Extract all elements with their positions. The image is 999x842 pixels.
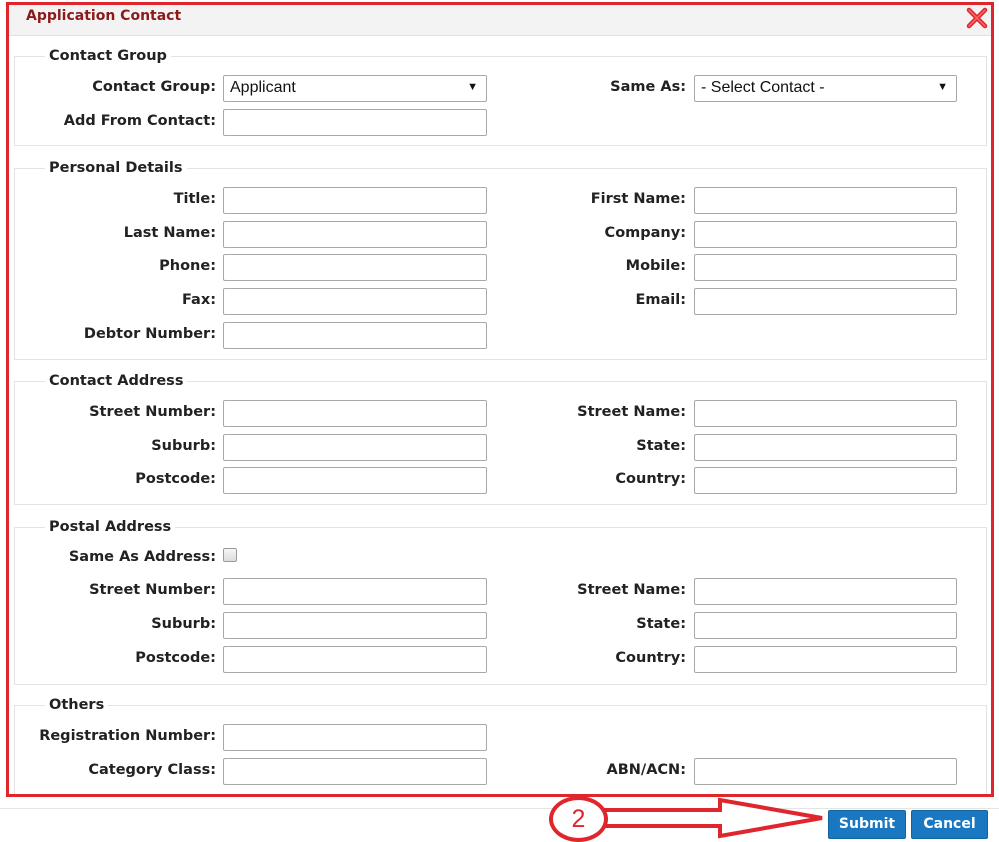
- same-as-value: - Select Contact -: [701, 79, 825, 96]
- dialog-title: Application Contact: [26, 8, 182, 24]
- footer-divider: [0, 808, 999, 809]
- registration-number-label: Registration Number:: [39, 728, 216, 744]
- company-label: Company:: [604, 225, 686, 241]
- last-name-input[interactable]: [223, 221, 487, 248]
- contact-group-select[interactable]: Applicant ▼: [223, 75, 487, 102]
- postal-postcode-input[interactable]: [223, 646, 487, 673]
- right-arrow-icon: [602, 797, 823, 839]
- postal-address-legend: Postal Address: [49, 519, 172, 535]
- same-as-label: Same As:: [610, 79, 686, 95]
- contact-street-name-input[interactable]: [694, 400, 957, 427]
- email-input[interactable]: [694, 288, 957, 315]
- postal-country-label: Country:: [615, 650, 686, 666]
- registration-number-input[interactable]: [223, 724, 487, 751]
- triangle-down-icon: ▼: [467, 81, 478, 93]
- company-input[interactable]: [694, 221, 957, 248]
- fax-input[interactable]: [223, 288, 487, 315]
- mobile-input[interactable]: [694, 254, 957, 281]
- mobile-label: Mobile:: [625, 258, 686, 274]
- postal-state-input[interactable]: [694, 612, 957, 639]
- contact-group-legend: Contact Group: [49, 48, 167, 64]
- debtor-number-label: Debtor Number:: [83, 326, 216, 342]
- contact-address-legend: Contact Address: [49, 373, 184, 389]
- title-input[interactable]: [223, 187, 487, 214]
- dialog-titlebar: Application Contact: [8, 4, 993, 36]
- category-class-input[interactable]: [223, 758, 487, 785]
- postal-street-number-label: Street Number:: [89, 582, 216, 598]
- contact-street-number-input[interactable]: [223, 400, 487, 427]
- fax-label: Fax:: [182, 292, 216, 308]
- cancel-button[interactable]: Cancel: [911, 810, 988, 839]
- first-name-input[interactable]: [694, 187, 957, 214]
- postal-street-name-label: Street Name:: [577, 582, 686, 598]
- abn-acn-input[interactable]: [694, 758, 957, 785]
- triangle-down-icon: ▼: [937, 81, 948, 93]
- add-from-contact-label: Add From Contact:: [63, 113, 216, 129]
- contact-country-label: Country:: [615, 471, 686, 487]
- abn-acn-label: ABN/ACN:: [606, 762, 686, 778]
- others-legend: Others: [49, 697, 105, 713]
- postal-postcode-label: Postcode:: [135, 650, 216, 666]
- submit-button[interactable]: Submit: [828, 810, 906, 839]
- personal-details-legend: Personal Details: [49, 160, 183, 176]
- contact-group-label: Contact Group:: [92, 79, 216, 95]
- close-x-icon: [966, 7, 988, 29]
- category-class-label: Category Class:: [88, 762, 216, 778]
- title-label: Title:: [173, 191, 216, 207]
- postal-state-label: State:: [636, 616, 686, 632]
- postal-street-number-input[interactable]: [223, 578, 487, 605]
- phone-label: Phone:: [159, 258, 216, 274]
- debtor-number-input[interactable]: [223, 322, 487, 349]
- add-from-contact-input[interactable]: [223, 109, 487, 136]
- contact-street-number-label: Street Number:: [89, 404, 216, 420]
- postal-suburb-label: Suburb:: [151, 616, 216, 632]
- phone-input[interactable]: [223, 254, 487, 281]
- contact-postcode-label: Postcode:: [135, 471, 216, 487]
- last-name-label: Last Name:: [123, 225, 216, 241]
- application-contact-dialog: Application Contact Contact Group Contac…: [0, 0, 999, 842]
- contact-suburb-label: Suburb:: [151, 438, 216, 454]
- postal-street-name-input[interactable]: [694, 578, 957, 605]
- contact-state-label: State:: [636, 438, 686, 454]
- contact-group-value: Applicant: [230, 79, 296, 96]
- first-name-label: First Name:: [590, 191, 686, 207]
- contact-postcode-input[interactable]: [223, 467, 487, 494]
- contact-state-input[interactable]: [694, 434, 957, 461]
- contact-suburb-input[interactable]: [223, 434, 487, 461]
- contact-country-input[interactable]: [694, 467, 957, 494]
- same-as-select[interactable]: - Select Contact - ▼: [694, 75, 957, 102]
- step-number-badge: 2: [549, 796, 608, 842]
- contact-street-name-label: Street Name:: [577, 404, 686, 420]
- email-label: Email:: [635, 292, 686, 308]
- same-as-address-label: Same As Address:: [68, 549, 216, 565]
- postal-country-input[interactable]: [694, 646, 957, 673]
- same-as-address-checkbox[interactable]: [223, 548, 237, 562]
- close-button[interactable]: [965, 6, 989, 30]
- postal-suburb-input[interactable]: [223, 612, 487, 639]
